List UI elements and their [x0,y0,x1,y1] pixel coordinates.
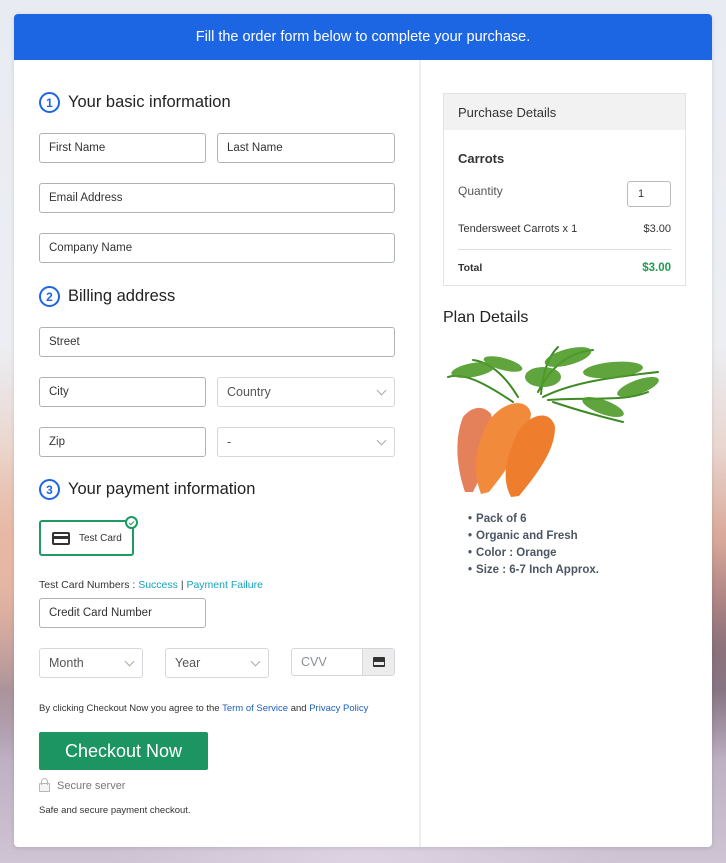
street-input[interactable]: Street [39,327,395,357]
step-3-icon: 3 [39,479,60,500]
success-link[interactable]: Success [138,579,178,591]
credit-card-icon [52,531,70,545]
state-select[interactable]: - [217,427,395,457]
plan-details-title: Plan Details [443,309,529,326]
secure-server: Secure server [39,778,126,792]
total-amount: $3.00 [642,262,671,274]
agreement-prefix: By clicking Checkout Now you agree to th… [39,703,220,714]
year-select-value: Year [175,656,201,670]
first-name-input[interactable]: First Name [39,133,206,163]
cvv-input[interactable]: CVV [292,649,362,675]
link-separator: | [180,579,184,591]
checkout-card: Fill the order form below to complete yo… [14,14,712,847]
line-item-price: $3.00 [643,223,671,235]
purchase-details-header: Purchase Details [444,94,685,130]
check-circle-icon [125,516,138,529]
agreement-and: and [290,703,307,714]
header-banner: Fill the order form below to complete yo… [14,14,712,60]
quantity-input[interactable]: 1 [627,181,671,207]
test-numbers-label: Test Card Numbers : [39,579,136,591]
month-select-value: Month [49,656,84,670]
checkout-button[interactable]: Checkout Now [39,732,208,770]
zip-input[interactable]: Zip [39,427,206,457]
year-select[interactable]: Year [165,648,269,678]
last-name-input[interactable]: Last Name [217,133,395,163]
section-payment: 3 Your payment information [39,479,255,500]
test-card-numbers: Test Card Numbers : Success | Payment Fa… [39,579,263,591]
payment-failure-link[interactable]: Payment Failure [186,579,262,591]
cvv-field: CVV [291,648,395,676]
state-select-value: - [227,435,232,449]
divider [458,249,671,250]
credit-card-icon [372,657,385,667]
cvv-help-button[interactable] [362,649,394,675]
plan-features: Pack of 6 Organic and Fresh Color : Oran… [468,511,599,579]
section-billing: 2 Billing address [39,286,175,307]
section-title: Billing address [68,287,176,305]
terms-link[interactable]: Term of Service [222,703,288,714]
company-input[interactable]: Company Name [39,233,395,263]
country-select-value: Country [227,385,271,399]
email-input[interactable]: Email Address [39,183,395,213]
quantity-label: Quantity [458,184,503,198]
card-number-input[interactable]: Credit Card Number [39,598,206,628]
test-card-label: Test Card [79,532,122,544]
carrot-image [447,346,659,497]
lock-icon [39,778,50,792]
safe-checkout-text: Safe and secure payment checkout. [39,805,191,816]
order-form: 1 Your basic information First Name Last… [14,60,421,847]
city-input[interactable]: City [39,377,206,407]
plan-feature: Organic and Fresh [468,528,599,545]
plan-feature: Pack of 6 [468,511,599,528]
section-title: Your basic information [68,93,231,111]
agreement-text: By clicking Checkout Now you agree to th… [39,703,368,714]
chevron-down-icon [376,435,387,445]
secure-server-label: Secure server [57,780,126,792]
total-row: Total $3.00 [458,262,671,274]
step-2-icon: 2 [39,286,60,307]
test-card-option[interactable]: Test Card [39,516,138,556]
purchase-details: Purchase Details Carrots Quantity 1 Tend… [443,93,686,286]
chevron-down-icon [124,656,135,666]
step-1-icon: 1 [39,92,60,113]
privacy-link[interactable]: Privacy Policy [309,703,368,714]
plan-feature: Color : Orange [468,545,599,562]
chevron-down-icon [250,656,261,666]
line-item-name: Tendersweet Carrots x 1 [458,223,578,235]
section-basic-info: 1 Your basic information [39,92,231,113]
section-title: Your payment information [68,480,256,498]
country-select[interactable]: Country [217,377,395,407]
total-label: Total [458,262,483,274]
line-item: Tendersweet Carrots x 1 $3.00 [458,223,671,235]
month-select[interactable]: Month [39,648,143,678]
product-name: Carrots [458,151,505,166]
chevron-down-icon [376,385,387,395]
plan-feature: Size : 6-7 Inch Approx. [468,562,599,579]
order-summary: Purchase Details Carrots Quantity 1 Tend… [423,60,712,847]
